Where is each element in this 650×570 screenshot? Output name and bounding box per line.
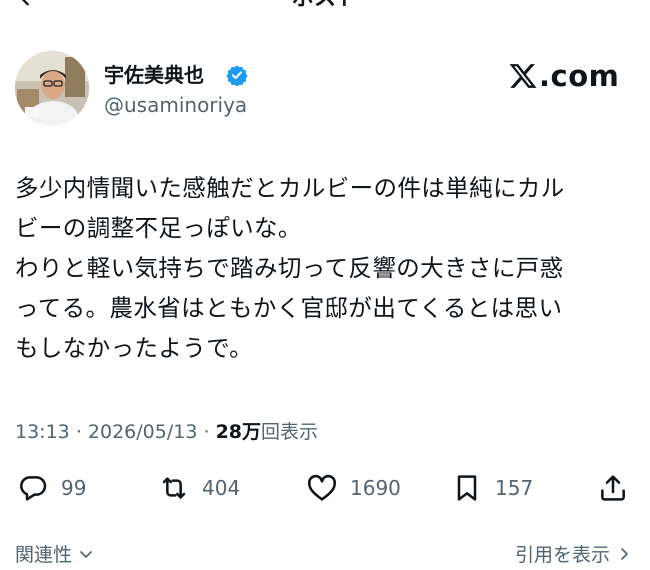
sort-label: 関連性 [15, 544, 73, 566]
like-count: 1690 [350, 476, 401, 500]
sort-relevance-dropdown[interactable]: 関連性 [15, 540, 94, 567]
chevron-right-icon [621, 547, 628, 560]
views-count: 28万 [215, 421, 262, 443]
post-time[interactable]: 13:13 [15, 421, 70, 443]
views-label: 回表示 [261, 421, 319, 443]
bookmark-button[interactable]: 157 [451, 470, 533, 506]
reply-icon [20, 476, 47, 501]
meta-dot: · [203, 421, 210, 443]
post-meta: 13:13 · 2026/05/13 · 28万回表示 [15, 418, 318, 446]
heart-icon [308, 474, 336, 501]
repost-button[interactable]: 404 [158, 470, 240, 506]
action-bar: 99 404 1690 157 [0, 470, 650, 506]
x-com-logo: .com [508, 58, 619, 94]
author-name[interactable]: 宇佐美典也 [104, 62, 204, 88]
reply-count: 99 [61, 476, 87, 500]
share-icon [601, 475, 625, 501]
repost-icon [162, 477, 186, 499]
chevron-down-icon [80, 550, 92, 558]
avatar[interactable] [15, 51, 89, 125]
like-button[interactable]: 1690 [306, 470, 401, 506]
replies-header: 関連性 引用を表示 [0, 540, 650, 570]
view-quotes-link[interactable]: 引用を表示 [515, 540, 632, 567]
bookmark-icon [457, 475, 477, 501]
repost-count: 404 [202, 476, 241, 500]
verified-badge-icon [226, 65, 248, 86]
reply-button[interactable]: 99 [17, 470, 86, 506]
bookmark-count: 157 [495, 476, 534, 500]
post-date[interactable]: 2026/05/13 [88, 421, 198, 443]
x-com-text: .com [539, 59, 620, 93]
x-logo-icon [509, 64, 537, 88]
share-button[interactable] [597, 470, 629, 506]
meta-separator: · [75, 421, 82, 443]
post-text: 多少内情聞いた感触だとカルビーの件は単純にカル ビーの調整不足っぽいな。 わりと… [15, 174, 565, 362]
author-handle[interactable]: @usaminoriya [104, 92, 247, 118]
quotes-label: 引用を表示 [514, 544, 610, 566]
avatar-photo [15, 51, 89, 125]
page-title: ポスト [0, 0, 650, 10]
top-bar: ポスト [0, 0, 650, 16]
